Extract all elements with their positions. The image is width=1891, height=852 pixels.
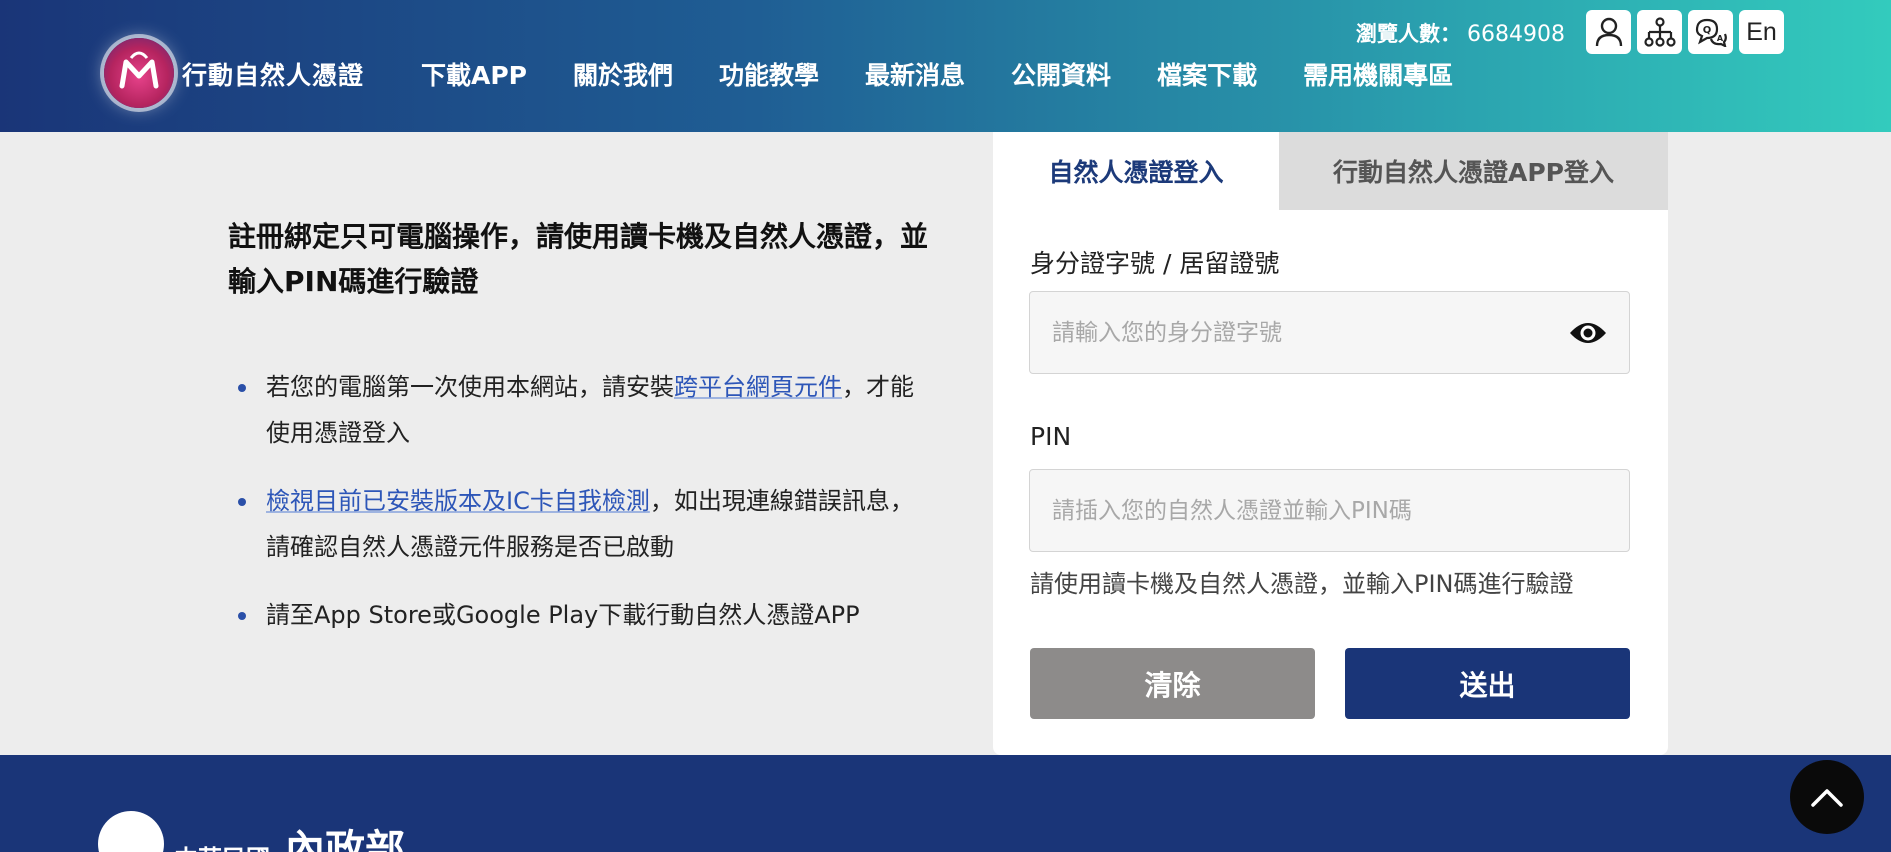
language-button[interactable]: En — [1739, 10, 1784, 54]
sitemap-button[interactable] — [1637, 10, 1682, 54]
customer-service-button[interactable]: Q A — [1688, 10, 1733, 54]
main-nav: 下載APP 關於我們 功能教學 最新消息 公開資料 檔案下載 需用機關專區 — [421, 56, 1499, 92]
sitemap-icon — [1643, 17, 1676, 47]
cross-platform-component-link[interactable]: 跨平台網頁元件 — [674, 373, 842, 401]
back-to-top-button[interactable] — [1790, 760, 1864, 834]
list-item-text: 若您的電腦第一次使用本網站，請安裝 — [266, 373, 674, 401]
pin-field-box — [1029, 469, 1630, 552]
pin-input[interactable] — [1030, 470, 1629, 551]
tab-app-login[interactable]: 行動自然人憑證APP登入 — [1279, 132, 1668, 210]
chat-icon: Q A — [1695, 18, 1727, 47]
nav-tutorial[interactable]: 功能教學 — [719, 56, 819, 92]
visitor-counter-value: 6684908 — [1467, 22, 1565, 47]
site-header: 行動自然人憑證 下載APP 關於我們 功能教學 最新消息 公開資料 檔案下載 需… — [0, 0, 1891, 132]
nav-open-data[interactable]: 公開資料 — [1011, 56, 1111, 92]
header-tools: Q A En — [1586, 10, 1784, 54]
login-tabs: 自然人憑證登入 行動自然人憑證APP登入 — [993, 132, 1668, 210]
footer-country-name: 中華民國 — [174, 839, 270, 852]
svg-text:Q: Q — [1702, 25, 1711, 36]
site-name[interactable]: 行動自然人憑證 — [182, 56, 364, 92]
eye-icon[interactable] — [1569, 317, 1607, 349]
ministry-logo-icon — [98, 811, 164, 852]
nav-agency-area[interactable]: 需用機關專區 — [1303, 56, 1453, 92]
user-icon — [1595, 17, 1622, 47]
login-card: 自然人憑證登入 行動自然人憑證APP登入 身分證字號 / 居留證號 PIN 請使… — [993, 132, 1668, 755]
version-check-link[interactable]: 檢視目前已安裝版本及IC卡自我檢測 — [266, 487, 650, 515]
nav-news[interactable]: 最新消息 — [865, 56, 965, 92]
chevron-up-icon — [1811, 789, 1843, 807]
pin-field-label: PIN — [1030, 422, 1072, 451]
nav-file-download[interactable]: 檔案下載 — [1157, 56, 1257, 92]
instruction-list: 若您的電腦第一次使用本網站，請安裝跨平台網頁元件，才能使用憑證登入 檢視目前已安… — [228, 364, 918, 660]
visitor-counter-label: 瀏覽人數： — [1356, 22, 1461, 46]
footer-ministry-name: 內政部 — [285, 826, 405, 852]
nav-download-app[interactable]: 下載APP — [421, 56, 527, 92]
pin-hint-text: 請使用讀卡機及自然人憑證，並輸入PIN碼進行驗證 — [1030, 570, 1574, 598]
clear-button[interactable]: 清除 — [1030, 648, 1315, 719]
site-logo[interactable] — [104, 38, 174, 108]
list-item: 請至App Store或Google Play下載行動自然人憑證APP — [228, 592, 918, 638]
logo-mark-icon — [119, 51, 159, 89]
id-number-input[interactable] — [1030, 292, 1629, 373]
list-item-text: 請至App Store或Google Play下載行動自然人憑證APP — [266, 601, 860, 629]
member-button[interactable] — [1586, 10, 1631, 54]
language-label: En — [1746, 17, 1777, 46]
id-field-label: 身分證字號 / 居留證號 — [1030, 249, 1280, 278]
id-field-box — [1029, 291, 1630, 374]
list-item: 檢視目前已安裝版本及IC卡自我檢測，如出現連線錯誤訊息，請確認自然人憑證元件服務… — [228, 478, 918, 570]
svg-text:A: A — [1716, 34, 1723, 43]
nav-about-us[interactable]: 關於我們 — [573, 56, 673, 92]
tab-certificate-login[interactable]: 自然人憑證登入 — [993, 132, 1279, 210]
intro-title: 註冊綁定只可電腦操作，請使用讀卡機及自然人憑證，並輸入PIN碼進行驗證 — [228, 220, 929, 298]
visitor-counter: 瀏覽人數： 6684908 — [1356, 18, 1565, 48]
list-item: 若您的電腦第一次使用本網站，請安裝跨平台網頁元件，才能使用憑證登入 — [228, 364, 918, 456]
submit-button[interactable]: 送出 — [1345, 648, 1630, 719]
site-footer: 中華民國 內政部 — [0, 755, 1891, 852]
